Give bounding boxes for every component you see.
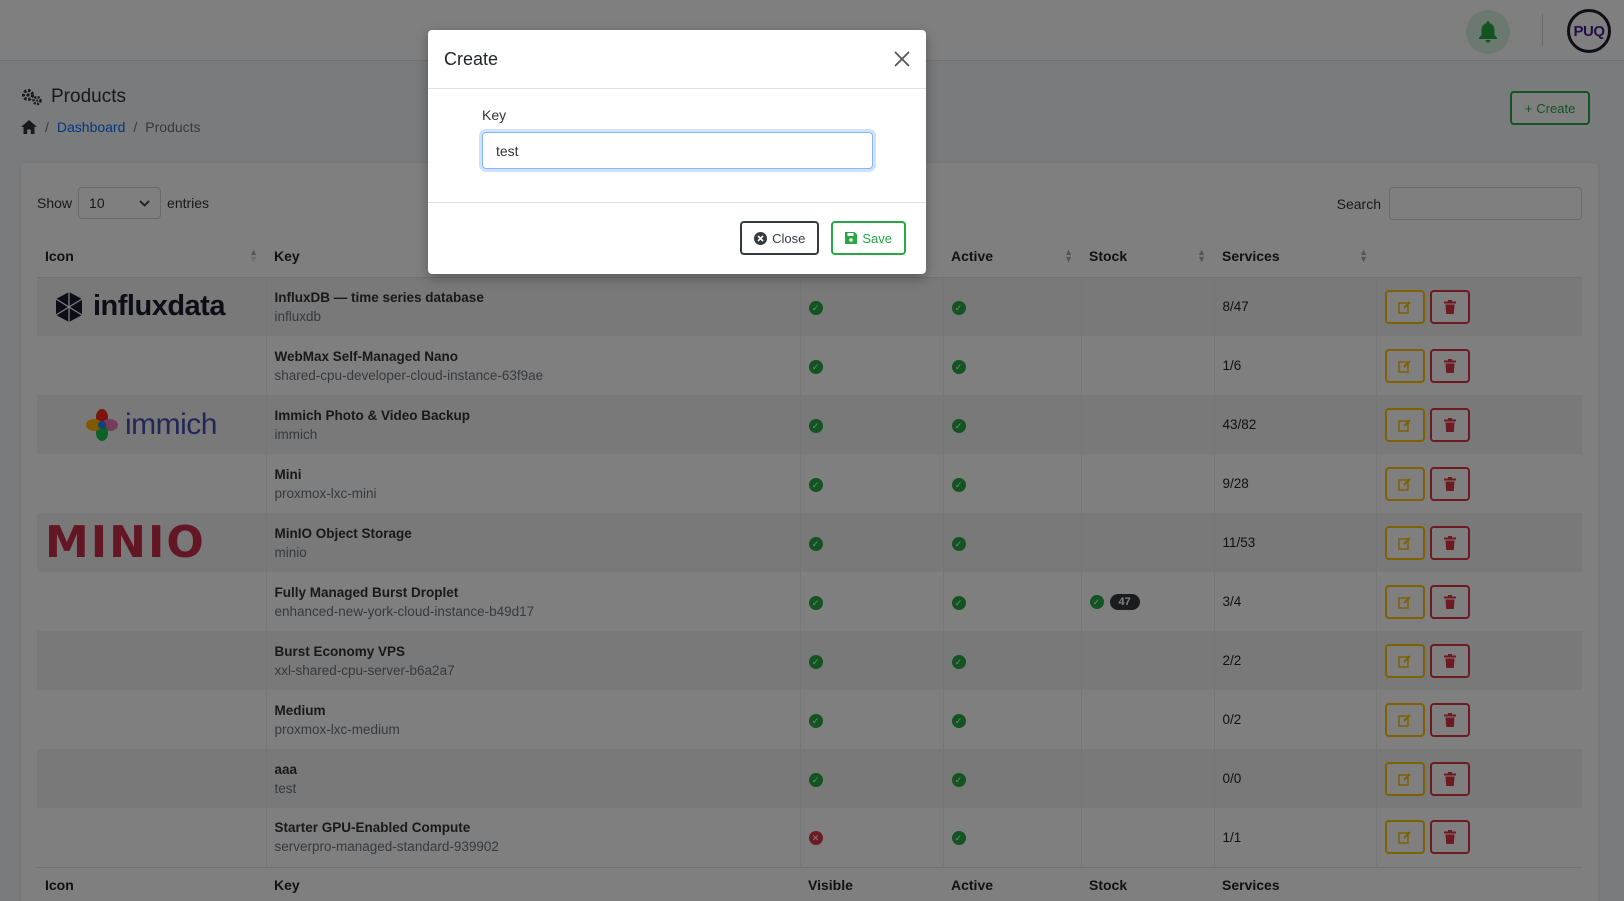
modal-body: Key <box>428 89 926 203</box>
modal-footer: Close Save <box>428 203 926 273</box>
key-input[interactable] <box>482 132 873 169</box>
x-circle-icon <box>754 231 768 245</box>
modal-header: Create <box>428 30 926 89</box>
key-label: Key <box>482 107 507 123</box>
create-modal: Create Key Close Save <box>428 30 926 274</box>
modal-title: Create <box>444 48 499 69</box>
save-button[interactable]: Save <box>831 221 906 255</box>
close-icon[interactable] <box>894 51 910 67</box>
floppy-disk-icon <box>845 232 858 244</box>
close-button[interactable]: Close <box>740 221 820 255</box>
